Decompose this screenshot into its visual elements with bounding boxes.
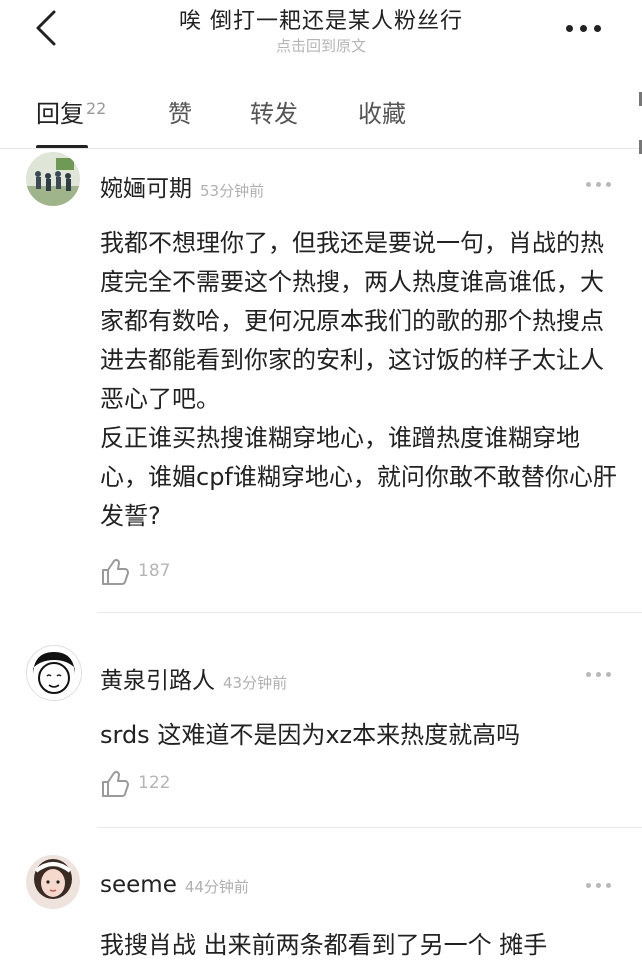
comment-divider — [98, 612, 642, 613]
comment-time: 44分钟前 — [184, 878, 249, 896]
page-title: 唉 倒打一耙还是某人粉丝行 — [179, 9, 463, 34]
avatar[interactable] — [26, 855, 80, 909]
comment-author[interactable]: 婉婳可期 53分钟前 — [100, 169, 264, 203]
comment-more-button[interactable] — [586, 883, 612, 889]
comment-time: 43分钟前 — [223, 674, 288, 692]
comment-time: 53分钟前 — [200, 182, 265, 200]
comment-author[interactable]: seeme 44分钟前 — [100, 872, 249, 898]
author-name: seeme — [100, 872, 177, 898]
avatar[interactable] — [26, 645, 82, 701]
author-name: 黄泉引路人 — [100, 668, 215, 694]
thumbs-up-icon — [102, 558, 129, 585]
comment-text: srds 这难道不是因为xz本来热度就高吗 — [100, 721, 521, 749]
tab-likes[interactable]: 赞 — [168, 94, 192, 129]
more-options-button[interactable] — [564, 25, 604, 35]
tab-likes-label: 赞 — [168, 100, 192, 128]
avatar-image — [26, 855, 80, 909]
comment-text: 我搜肖战 出来前两条都看到了另一个 摊手 — [100, 931, 548, 959]
tab-bar: 回复 22 赞 转发 收藏 — [0, 66, 642, 149]
tab-reposts[interactable]: 转发 — [250, 94, 298, 129]
top-bar: 唉 倒打一耙还是某人粉丝行 点击回到原文 — [0, 0, 642, 66]
like-count: 122 — [138, 773, 171, 793]
tab-replies[interactable]: 回复 22 — [36, 94, 106, 129]
tab-reposts-label: 转发 — [250, 100, 298, 128]
thumbs-up-icon — [102, 770, 129, 797]
tab-replies-count: 22 — [86, 99, 107, 118]
comment-divider — [98, 827, 642, 828]
tab-replies-label: 回复 — [36, 100, 84, 128]
author-name: 婉婳可期 — [100, 176, 192, 202]
comment-author[interactable]: 黄泉引路人 43分钟前 — [100, 661, 287, 695]
avatar-image — [27, 646, 81, 700]
back-to-original-link[interactable]: 点击回到原文 — [0, 35, 642, 56]
comment-more-button[interactable] — [586, 672, 612, 678]
like-count: 187 — [138, 561, 171, 581]
comment-text: 我都不想理你了，但我还是要说一句，肖战的热度完全不需要这个热搜，两人热度谁高谁低… — [100, 229, 617, 530]
avatar[interactable] — [26, 152, 80, 206]
comment-more-button[interactable] — [586, 182, 612, 188]
avatar-image — [26, 152, 80, 206]
tab-favorites[interactable]: 收藏 — [358, 94, 406, 129]
tabs-divider — [0, 148, 642, 149]
tab-favorites-label: 收藏 — [358, 100, 406, 128]
